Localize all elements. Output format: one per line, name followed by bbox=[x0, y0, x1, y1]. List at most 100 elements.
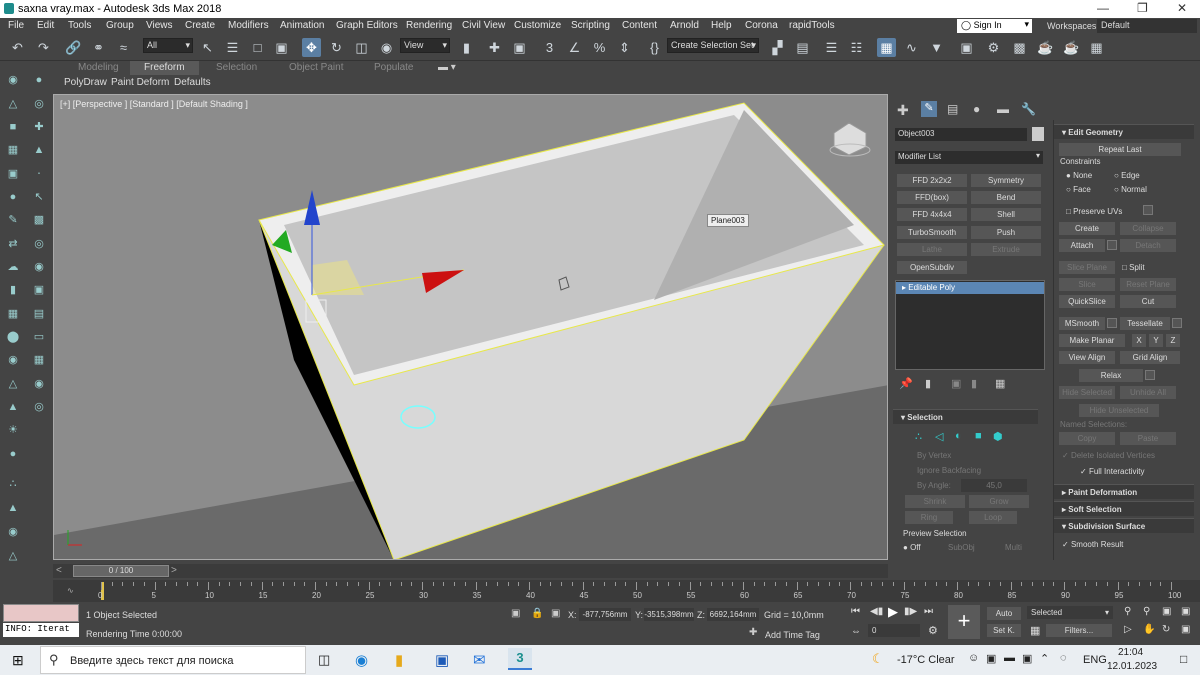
soft-selection-header[interactable]: ▸ Soft Selection bbox=[1054, 501, 1194, 516]
tray-icon-2[interactable]: ▬ bbox=[1004, 652, 1015, 664]
reference-coord-dropdown[interactable]: View ▾ bbox=[400, 38, 450, 53]
curve-editor-icon[interactable]: ∿ bbox=[902, 38, 921, 57]
orbit-icon[interactable]: ↻ bbox=[1162, 624, 1170, 635]
menu-modifiers[interactable]: Modifiers bbox=[228, 20, 269, 31]
ffd-2x2x2-button[interactable]: FFD 2x2x2 bbox=[897, 174, 967, 187]
menu-tools[interactable]: Tools bbox=[68, 20, 91, 31]
extrude-button[interactable]: Extrude bbox=[971, 243, 1041, 256]
sun-icon[interactable]: ☀ bbox=[5, 422, 21, 438]
menu-edit[interactable]: Edit bbox=[37, 20, 54, 31]
subtab-paint-deform[interactable]: Paint Deform bbox=[111, 77, 169, 88]
sign-in-dropdown[interactable]: ◯ Sign In ▾ bbox=[957, 19, 1032, 33]
snap-3d-icon[interactable]: 3 bbox=[540, 38, 559, 57]
camera-icon[interactable]: ◎ bbox=[31, 96, 47, 112]
keyboard-shortcut-icon[interactable]: ▣ bbox=[510, 38, 529, 57]
modify-tab-icon[interactable]: ✎ bbox=[921, 101, 937, 117]
move-icon[interactable]: ✥ bbox=[302, 38, 321, 57]
shell-button[interactable]: Shell bbox=[971, 208, 1041, 221]
paint-icon[interactable]: ▩ bbox=[31, 212, 47, 228]
time-slider[interactable]: < 0 / 100 > bbox=[53, 564, 888, 578]
utilities-tab-icon[interactable]: 🔧 bbox=[1021, 102, 1036, 116]
rect-selection-icon[interactable]: □ bbox=[248, 38, 267, 57]
time-slider-thumb[interactable]: 0 / 100 bbox=[73, 565, 169, 577]
loop-button[interactable]: Loop bbox=[969, 511, 1017, 524]
object-name-field[interactable]: Object003 bbox=[895, 128, 1027, 141]
create-button[interactable]: Create bbox=[1059, 222, 1115, 235]
grid-icon[interactable]: ▦ bbox=[5, 142, 21, 158]
select-object-icon[interactable]: ↖ bbox=[198, 38, 217, 57]
bind-space-warp-icon[interactable]: ≈ bbox=[114, 38, 133, 57]
preserve-uvs-settings-icon[interactable] bbox=[1143, 205, 1153, 215]
paste-button[interactable]: Paste bbox=[1120, 432, 1176, 445]
maximize-icon[interactable]: ❐ bbox=[1137, 1, 1148, 15]
ribbon-toggle-icon[interactable]: ▦ bbox=[877, 38, 896, 57]
hide-selected-button[interactable]: Hide Selected bbox=[1059, 386, 1115, 399]
preview-off-radio[interactable]: ● Off bbox=[903, 543, 921, 552]
align-icon[interactable]: ▤ bbox=[793, 38, 812, 57]
network-icon[interactable]: ◉ bbox=[5, 524, 21, 540]
menu-create[interactable]: Create bbox=[185, 20, 215, 31]
angle-field[interactable]: 45,0 bbox=[961, 479, 1027, 492]
make-unique-icon[interactable]: ▣ bbox=[951, 377, 961, 390]
polygon-mode-icon[interactable]: ■ bbox=[975, 430, 982, 442]
cut-button[interactable]: Cut bbox=[1120, 295, 1176, 308]
store-icon[interactable]: ▣ bbox=[435, 651, 449, 669]
edge-mode-icon[interactable]: ◁ bbox=[935, 430, 943, 443]
tool-icon[interactable]: ✎ bbox=[5, 212, 21, 228]
modifier-list-dropdown[interactable]: Modifier List ▾ bbox=[895, 151, 1043, 164]
helper-icon[interactable]: ✚ bbox=[31, 119, 47, 135]
current-frame-field[interactable]: 0 bbox=[868, 624, 920, 637]
named-sets-icon[interactable]: {} bbox=[645, 38, 664, 57]
fov-icon[interactable]: ▷ bbox=[1124, 624, 1132, 635]
dope-sheet-icon[interactable]: ▼ bbox=[927, 38, 946, 57]
spinner-snap-icon[interactable]: ⇕ bbox=[615, 38, 634, 57]
sphere-yellow-icon[interactable]: ● bbox=[5, 446, 21, 462]
menu-views[interactable]: Views bbox=[146, 20, 173, 31]
ring-button[interactable]: Ring bbox=[905, 511, 953, 524]
sphere-icon[interactable]: ◉ bbox=[31, 259, 47, 275]
menu-customize[interactable]: Customize bbox=[514, 20, 561, 31]
menu-rapidtools[interactable]: rapidTools bbox=[789, 20, 835, 31]
vertex-icon[interactable]: ⋅ bbox=[31, 166, 47, 182]
box-icon[interactable]: ■ bbox=[5, 119, 21, 135]
grid-align-button[interactable]: Grid Align bbox=[1120, 351, 1180, 364]
absolute-mode-icon[interactable]: ▣ bbox=[551, 608, 560, 619]
planar-x-button[interactable]: X bbox=[1132, 334, 1146, 347]
close-icon[interactable]: ✕ bbox=[1177, 1, 1187, 15]
windows-start-icon[interactable]: ⊞ bbox=[12, 652, 24, 669]
detach-button[interactable]: Detach bbox=[1120, 239, 1176, 252]
zoom-all-icon[interactable]: ⚲ bbox=[1143, 606, 1150, 617]
set-key-button[interactable]: Set K. bbox=[987, 624, 1021, 637]
by-vertex-checkbox[interactable]: By Vertex bbox=[917, 451, 951, 460]
bird-icon[interactable]: △ bbox=[5, 376, 21, 392]
remove-modifier-icon[interactable]: ▮ bbox=[971, 377, 977, 390]
tab-freeform[interactable]: Freeform bbox=[130, 61, 199, 75]
repeat-last-button[interactable]: Repeat Last bbox=[1059, 143, 1181, 156]
vertex-mode-icon[interactable]: ∴ bbox=[915, 430, 922, 443]
attach-button[interactable]: Attach bbox=[1059, 239, 1105, 252]
menu-corona[interactable]: Corona bbox=[745, 20, 778, 31]
menu-help[interactable]: Help bbox=[711, 20, 732, 31]
menu-rendering[interactable]: Rendering bbox=[406, 20, 452, 31]
paint-deformation-header[interactable]: ▸ Paint Deformation bbox=[1054, 484, 1194, 499]
render-teapot-icon[interactable]: ☕ bbox=[1036, 38, 1055, 57]
network-tray-icon[interactable]: ◌ bbox=[1060, 652, 1067, 664]
maxscript-listener[interactable] bbox=[3, 604, 79, 622]
subtab-polydraw[interactable]: PolyDraw bbox=[64, 77, 107, 88]
object-color-swatch[interactable] bbox=[1032, 127, 1044, 141]
selection-set-dropdown[interactable]: Create Selection Set ▾ bbox=[667, 38, 759, 53]
next-frame-icon[interactable]: > bbox=[171, 565, 177, 576]
pivot-icon[interactable]: ▮ bbox=[457, 38, 476, 57]
tree-icon[interactable]: ▲ bbox=[5, 500, 21, 516]
layer-icon[interactable]: ▦ bbox=[5, 306, 21, 322]
object-icon[interactable]: ▮ bbox=[5, 282, 21, 298]
weather-text[interactable]: -17°C Clear bbox=[897, 654, 955, 666]
maxscript-output[interactable]: INFO: Iterat bbox=[3, 623, 79, 637]
render-frame-icon[interactable]: ▩ bbox=[1010, 38, 1029, 57]
perspective-viewport[interactable]: [+] [Perspective ] [Standard ] [Default … bbox=[53, 94, 888, 560]
lightbulb-icon[interactable]: ◎ bbox=[31, 399, 47, 415]
place-icon[interactable]: ◉ bbox=[377, 38, 396, 57]
zoom-extents-icon[interactable]: ▣ bbox=[1162, 606, 1171, 617]
workspace-dropdown[interactable]: Default bbox=[1097, 19, 1197, 33]
layer-explorer-icon[interactable]: ☷ bbox=[847, 38, 866, 57]
